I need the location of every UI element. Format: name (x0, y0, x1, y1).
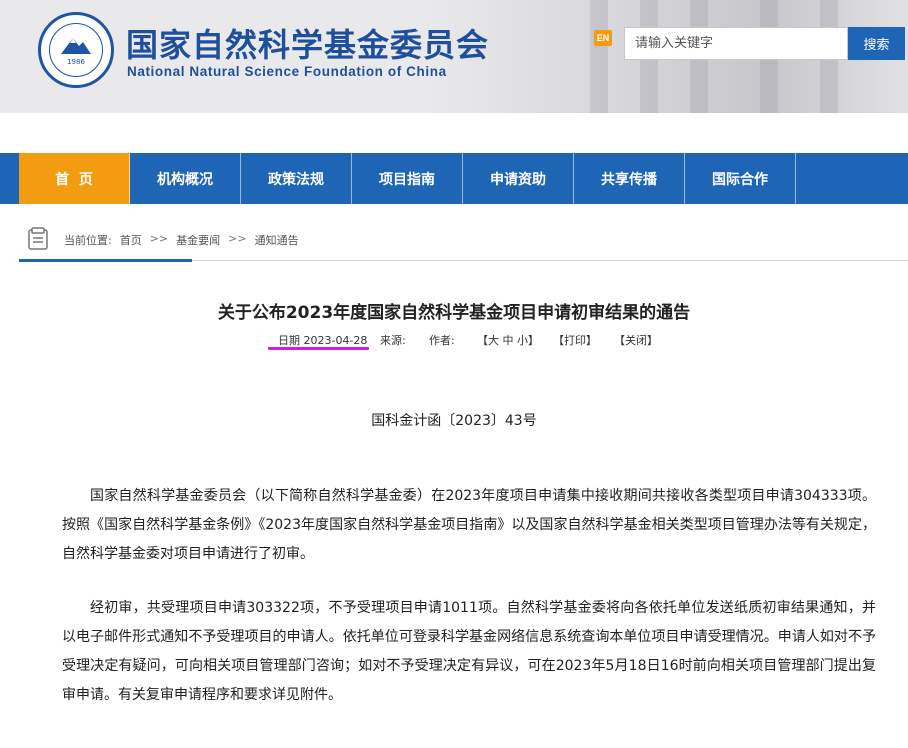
nav-item-apply[interactable]: 申请资助 (463, 153, 574, 204)
nav-item-label: 首 页 (55, 171, 93, 188)
document-number: 国科金计函〔2023〕43号 (371, 413, 537, 429)
nav-item-label: 政策法规 (268, 171, 324, 188)
breadcrumb-link-home[interactable]: 首页 (120, 232, 142, 248)
print-link[interactable]: 【打印】 (553, 332, 597, 348)
nav-item-policy[interactable]: 政策法规 (241, 153, 352, 204)
article-author-label: 作者: (429, 334, 455, 347)
breadcrumb-link-notices[interactable]: 通知通告 (255, 232, 299, 248)
site-title-cn: 国家自然科学基金委员会 (126, 26, 490, 64)
breadcrumb-underline (19, 259, 192, 262)
article-date: 日期 2023-04-28 (278, 334, 368, 347)
nav-item-label: 机构概况 (157, 171, 213, 188)
nav-item-label: 国际合作 (712, 171, 768, 188)
nav-item-international[interactable]: 国际合作 (685, 153, 796, 204)
close-link[interactable]: 【关闭】 (614, 332, 658, 348)
nav-item-label: 项目指南 (379, 171, 435, 188)
site-header: 1986 国家自然科学基金委员会 National Natural Scienc… (0, 0, 908, 113)
main-nav: 首 页 机构概况 政策法规 项目指南 申请资助 共享传播 国际合作 (0, 153, 908, 204)
article-source-label: 来源: (380, 334, 406, 347)
font-size-switcher[interactable]: 【大 中 小】 (477, 332, 539, 348)
site-title-en: National Natural Science Foundation of C… (127, 64, 447, 79)
article-paragraph: 国家自然科学基金委员会（以下简称自然科学基金委）在2023年度项目申请集中接收期… (62, 488, 876, 562)
date-highlight-mark (268, 347, 369, 350)
logo-year: 1986 (67, 58, 85, 66)
nav-item-label: 申请资助 (490, 171, 546, 188)
nav-item-about[interactable]: 机构概况 (130, 153, 241, 204)
breadcrumb-prefix: 当前位置: (64, 234, 112, 247)
nav-item-label: 共享传播 (601, 171, 657, 188)
breadcrumb-link-news[interactable]: 基金要闻 (176, 232, 220, 248)
search-input[interactable] (624, 27, 848, 60)
search-button[interactable]: 搜索 (848, 27, 905, 60)
article-title: 关于公布2023年度国家自然科学基金项目申请初审结果的通告 (217, 303, 691, 323)
location-book-icon (28, 227, 48, 250)
article-meta: 日期 2023-04-28 来源: 作者: 【大 中 小】 【打印】 【关闭】 (0, 330, 908, 348)
nsfc-logo[interactable]: 1986 (38, 12, 114, 88)
nav-item-guide[interactable]: 项目指南 (352, 153, 463, 204)
english-version-link[interactable]: EN (594, 30, 612, 46)
mountain-icon (61, 38, 91, 54)
nav-item-share[interactable]: 共享传播 (574, 153, 685, 204)
breadcrumb-separator: >> (228, 232, 247, 245)
breadcrumb: 当前位置: 首页 >> 基金要闻 >> 通知通告 (64, 232, 299, 248)
nav-item-home[interactable]: 首 页 (19, 153, 130, 204)
article-paragraph: 经初审，共受理项目申请303322项，不予受理项目申请1011项。自然科学基金委… (62, 600, 876, 703)
breadcrumb-separator: >> (149, 232, 169, 245)
